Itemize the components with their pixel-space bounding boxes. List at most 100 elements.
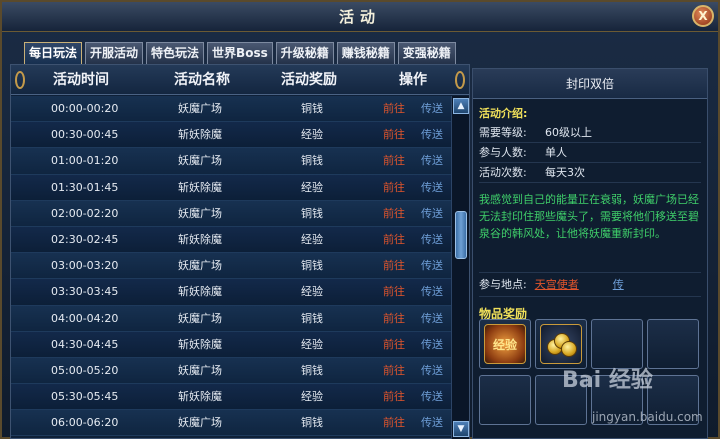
header-name: 活动名称 xyxy=(174,72,230,88)
header-time: 活动时间 xyxy=(53,72,109,88)
table-row: 00:30-00:45 斩妖除魔 经验 前往 传送 xyxy=(11,122,451,149)
table-scrollbar[interactable]: ▲ ▼ xyxy=(451,96,469,439)
go-link[interactable]: 前往 xyxy=(383,227,405,253)
go-link[interactable]: 前往 xyxy=(383,358,405,384)
row-name: 妖魔广场 xyxy=(178,206,222,220)
row-name: 妖魔广场 xyxy=(178,363,222,377)
location-row: 参与地点: 天宫使者 传 xyxy=(479,273,701,297)
reward-slot[interactable] xyxy=(647,319,699,369)
teleport-link[interactable]: 传送 xyxy=(421,332,443,358)
teleport-link[interactable]: 传送 xyxy=(421,122,443,148)
row-name: 斩妖除魔 xyxy=(178,285,222,299)
scroll-down-icon[interactable]: ▼ xyxy=(453,421,469,437)
players-label: 参与人数: xyxy=(479,146,527,159)
table-row: 04:00-04:20 妖魔广场 铜钱 前往 传送 xyxy=(11,305,451,332)
teleport-link[interactable]: 传送 xyxy=(421,358,443,384)
teleport-link[interactable]: 传送 xyxy=(421,148,443,174)
row-reward: 铜钱 xyxy=(301,416,323,430)
tab-bar: 每日玩法 开服活动 特色玩法 世界Boss 升级秘籍 赚钱秘籍 变强秘籍 xyxy=(24,42,459,64)
level-value: 60级以上 xyxy=(545,126,592,139)
row-time: 04:30-04:45 xyxy=(51,337,119,351)
teleport-link[interactable]: 传送 xyxy=(421,279,443,305)
teleport-link[interactable]: 传送 xyxy=(421,384,443,410)
players-row: 参与人数: 单人 xyxy=(479,143,701,163)
row-name: 妖魔广场 xyxy=(178,416,222,430)
go-link[interactable]: 前往 xyxy=(383,306,405,332)
row-time: 01:30-01:45 xyxy=(51,180,119,194)
row-name: 斩妖除魔 xyxy=(178,180,222,194)
tab-daily[interactable]: 每日玩法 xyxy=(24,42,83,64)
go-link[interactable]: 前往 xyxy=(383,253,405,279)
row-name: 斩妖除魔 xyxy=(178,390,222,404)
table-row: 02:30-02:45 斩妖除魔 经验 前往 传送 xyxy=(11,226,451,254)
coin-item-icon xyxy=(540,324,582,364)
go-link[interactable]: 前往 xyxy=(383,279,405,305)
watermark-logo: Bai 经验 xyxy=(562,368,653,393)
go-link[interactable]: 前往 xyxy=(383,384,405,410)
activity-table: 活动时间 活动名称 活动奖励 操作 00:00-00:20 妖魔广场 铜钱 前往 传送 0… xyxy=(10,64,470,439)
teleport-link[interactable]: 传送 xyxy=(421,410,443,436)
row-time: 00:30-00:45 xyxy=(51,128,119,142)
go-link[interactable]: 前往 xyxy=(383,410,405,436)
detail-title: 封印双倍 xyxy=(473,69,707,99)
tab-money[interactable]: 赚钱秘籍 xyxy=(336,42,395,64)
tab-world-boss[interactable]: 世界Boss xyxy=(207,42,273,64)
teleport-link[interactable]: 传送 xyxy=(421,201,443,227)
table-rows: 00:00-00:20 妖魔广场 铜钱 前往 传送 00:30-00:45 斩妖除魔 经验 前往… xyxy=(11,96,451,437)
table-header: 活动时间 活动名称 活动奖励 操作 xyxy=(11,65,469,95)
go-link[interactable]: 前往 xyxy=(383,96,405,122)
tab-special[interactable]: 特色玩法 xyxy=(146,42,205,64)
teleport-link[interactable]: 传送 xyxy=(421,253,443,279)
row-reward: 铜钱 xyxy=(301,102,323,115)
coin-icon xyxy=(561,341,577,357)
window-titlebar: 活动 X xyxy=(2,2,718,32)
teleport-link[interactable]: 传送 xyxy=(421,306,443,332)
reward-slot[interactable]: 经验 xyxy=(479,319,531,369)
row-time: 01:00-01:20 xyxy=(51,154,119,168)
location-npc-link[interactable]: 天宫使者 xyxy=(535,278,579,291)
header-reward: 活动奖励 xyxy=(281,72,337,88)
tab-stronger[interactable]: 变强秘籍 xyxy=(397,42,456,64)
teleport-link[interactable]: 传送 xyxy=(421,175,443,201)
go-link[interactable]: 前往 xyxy=(383,332,405,358)
close-button[interactable]: X xyxy=(692,5,714,27)
go-link[interactable]: 前往 xyxy=(383,201,405,227)
tab-level-up[interactable]: 升级秘籍 xyxy=(275,42,334,64)
row-time: 03:30-03:45 xyxy=(51,285,119,299)
go-link[interactable]: 前往 xyxy=(383,148,405,174)
table-row: 05:00-05:20 妖魔广场 铜钱 前往 传送 xyxy=(11,357,451,385)
window-title: 活动 xyxy=(338,8,381,26)
level-label: 需要等级: xyxy=(479,126,527,139)
row-time: 00:00-00:20 xyxy=(51,102,119,115)
table-row: 03:30-03:45 斩妖除魔 经验 前往 传送 xyxy=(11,279,451,306)
tab-server-open[interactable]: 开服活动 xyxy=(85,42,144,64)
reward-slot[interactable] xyxy=(479,375,531,425)
table-row: 02:00-02:20 妖魔广场 铜钱 前往 传送 xyxy=(11,200,451,227)
table-row: 05:30-05:45 斩妖除魔 经验 前往 传送 xyxy=(11,384,451,411)
teleport-link[interactable]: 传送 xyxy=(421,227,443,253)
watermark-url: jingyan.baidu.com xyxy=(592,410,703,424)
players-value: 单人 xyxy=(545,146,567,159)
intro-label: 活动介绍: xyxy=(479,107,528,120)
row-reward: 铜钱 xyxy=(301,206,323,220)
exp-item-icon: 经验 xyxy=(484,324,526,364)
row-time: 03:00-03:20 xyxy=(51,259,119,273)
exp-item-text: 经验 xyxy=(492,338,517,352)
row-reward: 铜钱 xyxy=(301,259,323,273)
location-teleport-link[interactable]: 传 xyxy=(613,278,624,291)
row-reward: 经验 xyxy=(301,128,323,142)
location-label: 参与地点: xyxy=(479,278,527,291)
table-row: 01:30-01:45 斩妖除魔 经验 前往 传送 xyxy=(11,174,451,201)
table-row: 03:00-03:20 妖魔广场 铜钱 前往 传送 xyxy=(11,253,451,280)
teleport-link[interactable]: 传送 xyxy=(421,96,443,122)
go-link[interactable]: 前往 xyxy=(383,175,405,201)
row-time: 05:00-05:20 xyxy=(51,363,119,377)
times-label: 活动次数: xyxy=(479,166,527,179)
row-reward: 经验 xyxy=(301,285,323,299)
row-reward: 铜钱 xyxy=(301,311,323,325)
row-time: 02:30-02:45 xyxy=(51,232,119,246)
scroll-thumb[interactable] xyxy=(455,211,467,259)
scroll-up-icon[interactable]: ▲ xyxy=(453,98,469,114)
row-time: 06:00-06:20 xyxy=(51,416,119,430)
go-link[interactable]: 前往 xyxy=(383,122,405,148)
